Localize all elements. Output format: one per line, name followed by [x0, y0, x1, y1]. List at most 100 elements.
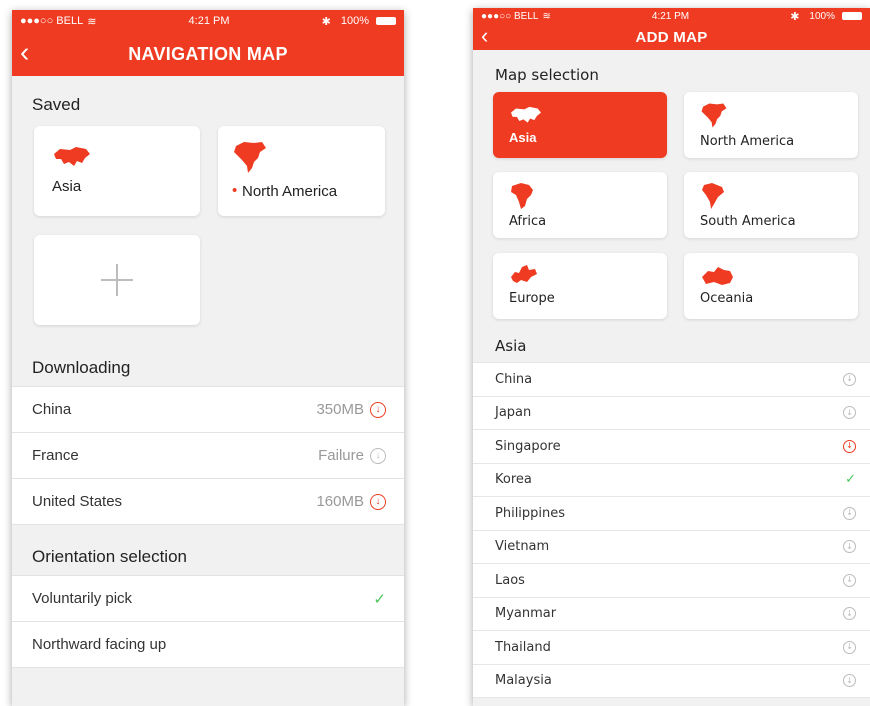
downloading-list: China 350MB ↓ France Failure ↓ United Stat…	[12, 386, 404, 525]
country-row-thailand[interactable]: Thailand ↓	[473, 631, 870, 665]
page-title: NAVIGATION MAP	[128, 43, 288, 64]
page-title: ADD MAP	[635, 28, 708, 46]
add-map-button[interactable]	[34, 235, 200, 325]
saved-card-north-america[interactable]: • North America	[218, 126, 385, 216]
row-label: China	[495, 371, 533, 387]
country-row-singapore[interactable]: Singapore ↓	[473, 430, 870, 464]
status-bar: ●●●○○ BELL ≋ 4:21 PM ✱ 100%	[473, 8, 870, 24]
saved-card-label: North America	[242, 183, 338, 200]
country-row-vietnam[interactable]: Vietnam ↓	[473, 531, 870, 564]
back-chevron-icon[interactable]: ‹	[481, 24, 489, 47]
check-icon: ✓	[845, 472, 856, 488]
saved-card-label: Asia	[52, 178, 82, 195]
saved-card-asia[interactable]: Asia	[34, 126, 200, 216]
row-label: Japan	[495, 405, 532, 421]
north-america-map-icon	[234, 142, 266, 173]
add-map-screen: ●●●○○ BELL ≋ 4:21 PM ✱ 100% ‹ ADD MAP Map …	[473, 8, 870, 706]
check-icon: ✓	[373, 590, 386, 608]
download-icon[interactable]: ↓	[843, 372, 856, 386]
map-selection-title: Map selection	[495, 66, 599, 84]
plus-icon	[101, 264, 133, 296]
continent-card-africa[interactable]: Africa	[493, 172, 667, 238]
download-icon[interactable]: ↓	[843, 640, 856, 654]
downloading-icon[interactable]: ↓	[843, 439, 856, 453]
row-label: Northward facing up	[32, 636, 167, 653]
orientation-row-voluntarily-pick[interactable]: Voluntarily pick ✓	[12, 576, 404, 622]
download-icon[interactable]: ↓	[370, 401, 386, 418]
orientation-list: Voluntarily pick ✓ Northward facing up	[12, 575, 404, 668]
country-row-philippines[interactable]: Philippines ↓	[473, 497, 870, 531]
download-icon[interactable]: ↓	[843, 674, 856, 688]
country-row-malaysia[interactable]: Malaysia ↓	[473, 665, 870, 698]
file-size: 160MB	[316, 493, 364, 510]
saved-section-title: Saved	[32, 95, 81, 114]
wifi-icon: ≋	[542, 10, 551, 22]
row-label: Myanmar	[495, 606, 557, 622]
country-row-myanmar[interactable]: Myanmar ↓	[473, 598, 870, 631]
row-label: Korea	[495, 472, 532, 488]
row-label: Singapore	[495, 438, 561, 454]
download-icon[interactable]: ↓	[843, 573, 856, 587]
navigation-map-screen: ●●●○○ BELL ≋ 4:21 PM ✱ 100% ‹ NAVIGATION M…	[12, 10, 404, 706]
carrier-label: ●●●○○ BELL	[481, 10, 539, 22]
nav-bar: ‹ NAVIGATION MAP	[12, 32, 404, 76]
europe-map-icon	[511, 265, 537, 283]
continent-label: Africa	[509, 214, 547, 229]
download-status: Failure	[318, 447, 364, 464]
country-row-china[interactable]: China ↓	[473, 363, 870, 397]
south-america-map-icon	[702, 183, 724, 209]
download-icon[interactable]: ↓	[370, 447, 386, 464]
row-label: France	[32, 447, 79, 464]
download-icon[interactable]: ↓	[843, 406, 856, 420]
row-label: Thailand	[495, 639, 551, 655]
download-icon[interactable]: ↓	[370, 493, 386, 510]
bluetooth-icon: ✱	[321, 15, 331, 28]
nav-bar: ‹ ADD MAP	[473, 24, 870, 50]
battery-icon	[841, 12, 862, 20]
country-row-laos[interactable]: Laos ↓	[473, 564, 870, 598]
carrier-label: ●●●○○ BELL	[20, 15, 84, 27]
continent-card-oceania[interactable]: Oceania	[684, 253, 858, 319]
continent-card-europe[interactable]: Europe	[493, 253, 667, 319]
row-label: United States	[32, 493, 123, 510]
orientation-row-northward-facing-up[interactable]: Northward facing up	[12, 622, 404, 668]
row-label: Malaysia	[495, 673, 552, 689]
download-icon[interactable]: ↓	[843, 607, 856, 621]
continent-card-south-america[interactable]: South America	[684, 172, 858, 238]
row-label: Laos	[495, 572, 525, 588]
asia-section-title: Asia	[495, 337, 527, 355]
africa-map-icon	[511, 183, 533, 209]
north-america-map-icon	[701, 103, 727, 128]
file-size: 350MB	[316, 401, 364, 418]
asia-map-icon	[511, 106, 541, 123]
row-label: Voluntarily pick	[32, 590, 133, 607]
continent-label: South America	[700, 214, 796, 229]
asia-country-list: China ↓ Japan ↓ Singapore ↓ Korea ✓ Philippi…	[473, 362, 870, 698]
country-row-korea[interactable]: Korea ✓	[473, 464, 870, 497]
orientation-section-title: Orientation selection	[32, 547, 187, 566]
row-label: China	[32, 401, 72, 418]
status-time: 4:21 PM	[188, 15, 230, 27]
download-row-china[interactable]: China 350MB ↓	[12, 387, 404, 433]
row-label: Vietnam	[495, 539, 550, 555]
country-row-japan[interactable]: Japan ↓	[473, 397, 870, 430]
downloading-section-title: Downloading	[32, 358, 131, 377]
battery-icon	[375, 17, 396, 25]
continent-label: Europe	[509, 291, 555, 306]
download-icon[interactable]: ↓	[843, 506, 856, 520]
continent-label: Asia	[509, 130, 537, 145]
continent-card-asia[interactable]: Asia	[493, 92, 667, 158]
download-row-united-states[interactable]: United States 160MB ↓	[12, 479, 404, 525]
download-icon[interactable]: ↓	[843, 540, 856, 554]
row-label: Philippines	[495, 505, 566, 521]
oceania-map-icon	[702, 267, 733, 285]
status-time: 4:21 PM	[651, 10, 690, 22]
back-chevron-icon[interactable]: ‹	[20, 38, 30, 67]
wifi-icon: ≋	[87, 15, 97, 28]
download-row-france[interactable]: France Failure ↓	[12, 433, 404, 479]
asia-map-icon	[54, 147, 90, 166]
battery-label: 100%	[340, 15, 369, 27]
continent-card-north-america[interactable]: North America	[684, 92, 858, 158]
continent-label: North America	[700, 134, 795, 149]
bluetooth-icon: ✱	[790, 10, 800, 23]
